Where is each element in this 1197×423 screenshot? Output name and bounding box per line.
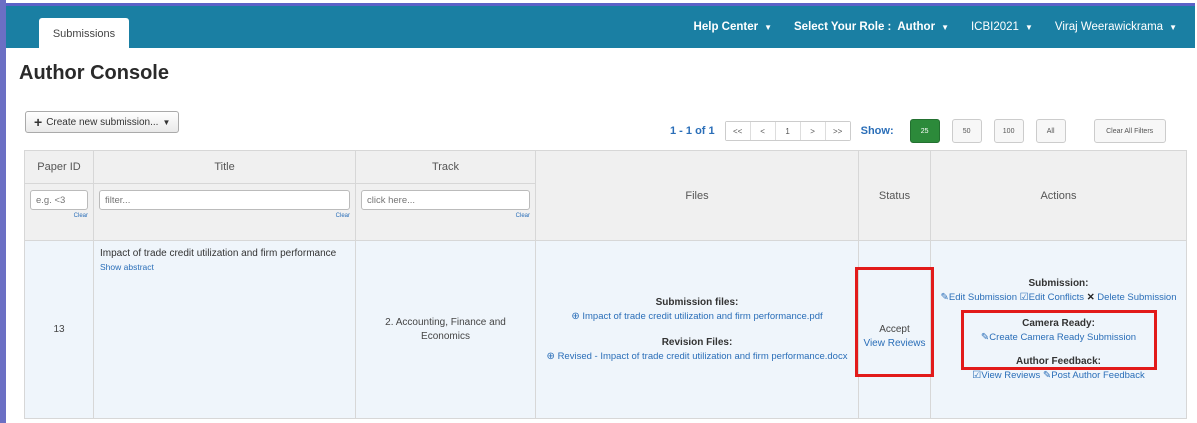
user-menu[interactable]: Viraj Weerawickrama ▼	[1055, 21, 1177, 33]
create-submission-label: Create new submission...	[46, 116, 159, 128]
download-icon: ⊕	[571, 310, 580, 322]
checkbox-icon: ☑	[972, 369, 982, 381]
filter-cell-title: Clear	[93, 183, 356, 241]
page-size-100-button[interactable]: 100	[993, 119, 1024, 143]
current-page-button[interactable]: 1	[775, 122, 801, 140]
paper-id-cell: 13	[24, 240, 94, 419]
revision-file-link[interactable]: Revised - Impact of trade credit utiliza…	[558, 351, 848, 362]
clear-paper-id-filter[interactable]: Clear	[30, 213, 88, 219]
title-filter-input[interactable]	[99, 190, 350, 210]
top-navbar: Submissions Help Center ▼ Select Your Ro…	[6, 3, 1195, 50]
clear-all-filters-button[interactable]: Clear All Filters	[1093, 119, 1166, 143]
track-filter-input[interactable]	[361, 190, 530, 210]
checkbox-icon: ☑	[1019, 291, 1029, 303]
last-page-button[interactable]: >>	[825, 122, 850, 140]
status-cell: Accept View Reviews	[855, 240, 934, 419]
paper-title: Impact of trade credit utilization and f…	[100, 248, 337, 259]
chevron-down-icon: ▼	[1024, 22, 1033, 32]
post-author-feedback-link[interactable]: Post Author Feedback	[1051, 370, 1144, 381]
chevron-down-icon: ▼	[1169, 22, 1177, 32]
header-paper-id[interactable]: Paper ID	[24, 150, 94, 184]
submissions-table: Paper ID Title Track Files Status Action…	[24, 150, 1187, 419]
view-reviews-action-link[interactable]: View Reviews	[981, 370, 1040, 381]
paper-id-filter-input[interactable]	[30, 190, 88, 210]
plus-icon: +	[34, 114, 43, 130]
revision-files-label: Revision Files:	[661, 336, 733, 348]
actions-cell: Submission: ✎Edit Submission ☑Edit Confl…	[930, 240, 1187, 419]
left-border	[0, 0, 6, 423]
page-size-all-button[interactable]: All	[1035, 119, 1066, 143]
tab-submissions[interactable]: Submissions	[39, 18, 129, 50]
clear-track-filter[interactable]: Clear	[361, 213, 530, 219]
header-files: Files	[535, 150, 859, 241]
edit-submission-link[interactable]: Edit Submission	[949, 292, 1017, 303]
show-label: Show:	[860, 125, 894, 137]
page-size-50-button[interactable]: 50	[951, 119, 982, 143]
role-label: Select Your Role :	[794, 21, 892, 33]
filter-cell-paper-id: Clear	[24, 183, 94, 241]
next-page-button[interactable]: >	[800, 122, 826, 140]
header-track[interactable]: Track	[355, 150, 536, 184]
status-highlight-box	[855, 267, 934, 377]
conference-label: ICBI2021	[970, 21, 1019, 33]
edit-conflicts-link[interactable]: Edit Conflicts	[1029, 292, 1084, 303]
submission-file-link[interactable]: Impact of trade credit utilization and f…	[582, 311, 822, 322]
pager-range: 1 - 1 of 1	[670, 125, 715, 137]
submission-actions: Submission: ✎Edit Submission ☑Edit Confl…	[932, 277, 1185, 305]
show-abstract-link[interactable]: Show abstract	[100, 262, 349, 272]
author-feedback-label: Author Feedback:	[1015, 355, 1101, 367]
filter-cell-track: Clear	[355, 183, 536, 241]
table-row: 13 Impact of trade credit utilization an…	[24, 240, 1187, 419]
role-selector[interactable]: Select Your Role : Author ▼	[794, 21, 949, 33]
header-actions: Actions	[930, 150, 1187, 241]
delete-submission-link[interactable]: Delete Submission	[1097, 292, 1176, 303]
pager-buttons: << < 1 > >>	[724, 121, 851, 141]
files-cell: Submission files: ⊕ Impact of trade cred…	[535, 240, 859, 419]
conference-menu[interactable]: ICBI2021 ▼	[971, 21, 1033, 33]
chevron-down-icon: ▼	[941, 22, 949, 32]
help-center-menu[interactable]: Help Center ▼	[694, 21, 772, 33]
page-size-25-button[interactable]: 25	[909, 119, 940, 143]
page-title: Author Console	[19, 62, 169, 84]
clear-title-filter[interactable]: Clear	[99, 213, 350, 219]
caret-down-icon: ▼	[162, 117, 171, 127]
first-page-button[interactable]: <<	[725, 122, 751, 140]
create-submission-button[interactable]: + Create new submission... ▼	[25, 111, 180, 133]
author-feedback-actions: Author Feedback: ☑View Reviews ✎Post Aut…	[932, 355, 1185, 383]
track-cell: 2. Accounting, Finance and Economics	[355, 240, 536, 419]
pagination: 1 - 1 of 1 << < 1 > >> Show: 25 50 100 A…	[670, 118, 1166, 144]
download-icon: ⊕	[546, 350, 555, 362]
chevron-down-icon: ▼	[764, 22, 773, 32]
edit-icon: ✎	[1042, 369, 1052, 381]
delete-icon: ✕	[1086, 291, 1095, 303]
title-cell: Impact of trade credit utilization and f…	[93, 240, 356, 419]
user-name: Viraj Weerawickrama	[1054, 21, 1164, 33]
submission-files-label: Submission files:	[655, 296, 739, 308]
top-menu: Help Center ▼ Select Your Role : Author …	[694, 6, 1177, 48]
prev-page-button[interactable]: <	[750, 122, 776, 140]
edit-icon: ✎	[940, 291, 949, 303]
header-title[interactable]: Title	[93, 150, 356, 184]
camera-ready-actions: Camera Ready: ✎Create Camera Ready Submi…	[932, 309, 1185, 370]
role-value: Author	[897, 21, 936, 33]
submission-label: Submission:	[1028, 277, 1089, 289]
help-center-label: Help Center	[693, 21, 759, 33]
header-status: Status	[858, 150, 931, 241]
